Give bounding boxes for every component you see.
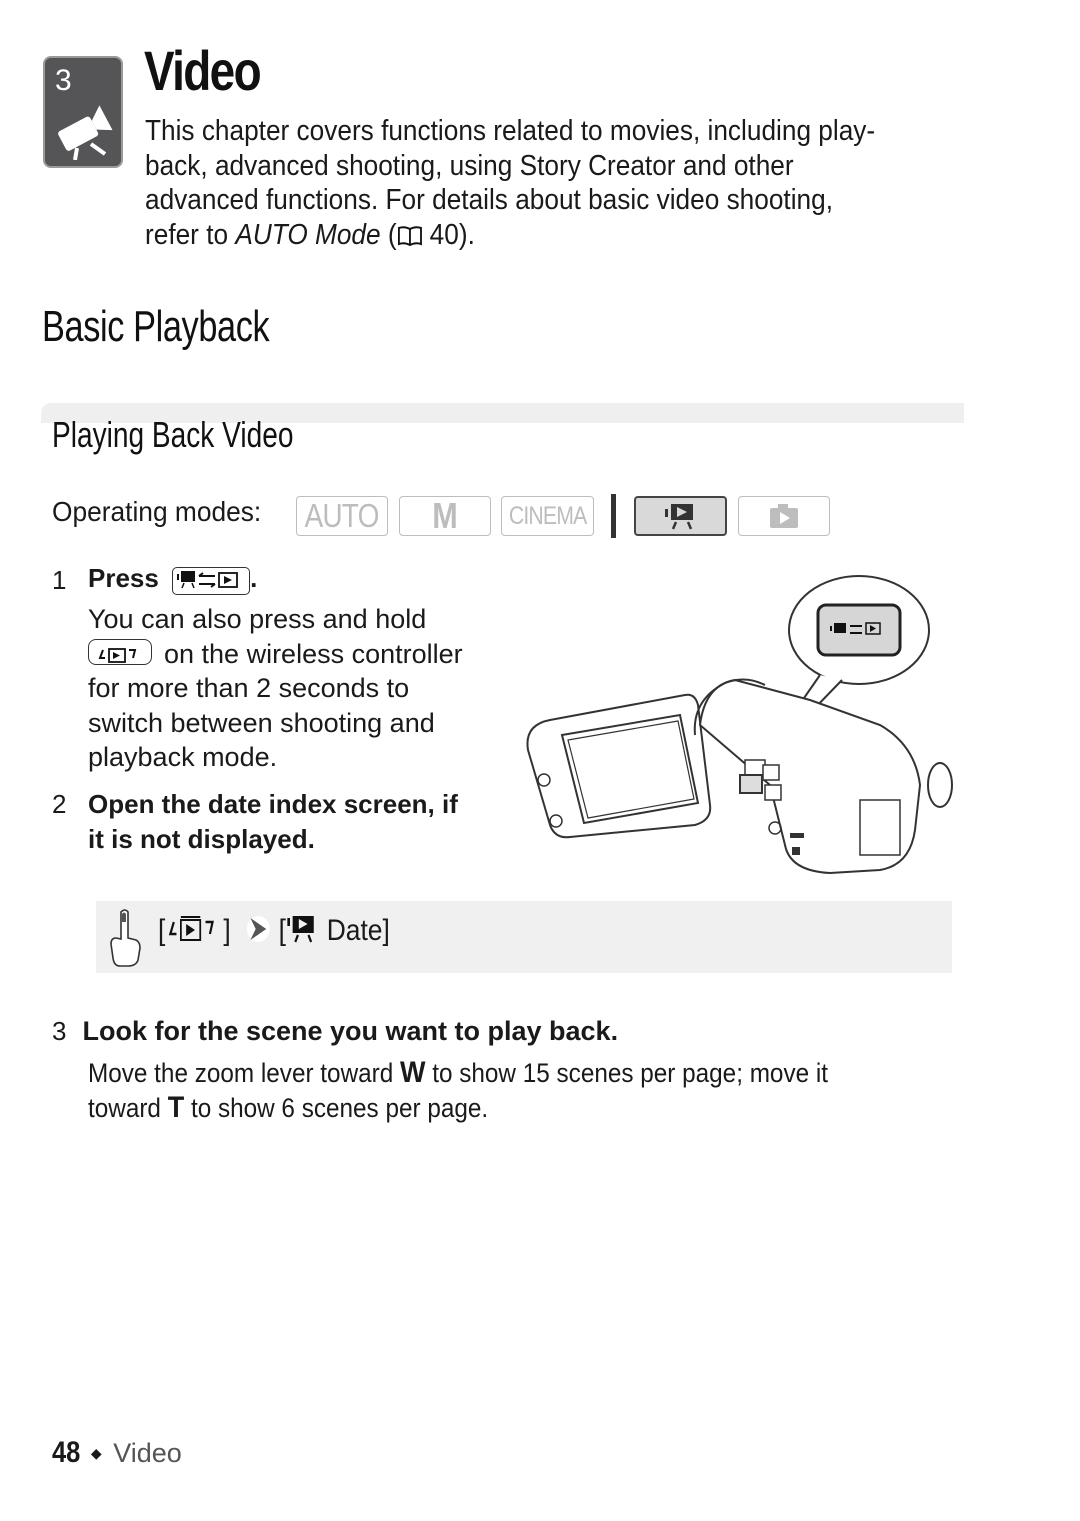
step-1-body-line: on the wireless controller [88, 637, 508, 672]
bracket: [ [278, 914, 286, 947]
mode-auto-label: AUTO [304, 497, 380, 534]
intro-line: advanced functions. For details about ba… [145, 184, 833, 216]
wireless-playback-icon[interactable] [165, 914, 223, 944]
diamond-separator-icon: ◆ [90, 1445, 102, 1461]
step-3-number: 3 [52, 1016, 67, 1046]
photo-playback-icon [770, 504, 798, 528]
zoom-wide-label: W [399, 1056, 426, 1089]
chapter-badge: 3 [43, 56, 123, 168]
step-1-body: You can also press and hold on the wirel… [88, 602, 508, 775]
footer-section-name: Video [113, 1438, 182, 1468]
mode-auto: AUTO [296, 496, 388, 536]
bracket: ] [223, 914, 231, 947]
camcorder-illustration [526, 575, 953, 875]
step-2-heading: Open the date index screen, if it is not… [88, 787, 458, 856]
intro-ref-open: ( [380, 218, 397, 251]
mode-manual: M [399, 495, 491, 536]
subsection-title: Playing Back Video [52, 414, 294, 455]
touch-finger-icon [110, 909, 141, 967]
section-title: Basic Playback [42, 302, 270, 351]
mode-video-playback [634, 496, 727, 536]
step-3-heading: 3 Look for the scene you want to play bac… [52, 1016, 618, 1047]
operating-modes-label: Operating modes: [52, 496, 262, 527]
step-1-heading-end: . [250, 563, 258, 593]
step-1-body-text: on the wireless controller [164, 638, 463, 669]
mode-manual-label: M [432, 495, 458, 536]
step-3-text: to show 6 scenes per page. [184, 1092, 489, 1123]
step-1-heading-text: Press [88, 563, 159, 593]
step-1-body-line: switch between shooting and [88, 707, 435, 738]
step-2-heading-line: Open the date index screen, if [88, 789, 458, 819]
book-icon [397, 225, 422, 246]
intro-ref-page: 40). [422, 218, 475, 251]
wireless-playback-icon [98, 647, 137, 663]
step-1-body-line: You can also press and hold [88, 604, 427, 634]
step-3-text: to show 15 scenes per page; move it [425, 1058, 829, 1088]
camera-play-toggle-key [172, 567, 251, 595]
chevron-right-icon [246, 916, 270, 942]
chapter-title: Video [144, 39, 262, 102]
bracket: [ [158, 914, 166, 947]
camera-play-toggle-icon [177, 571, 238, 589]
auto-mode-link[interactable]: AUTO Mode [235, 219, 380, 251]
chapter-intro: This chapter covers functions related to… [145, 114, 918, 252]
mode-photo-playback [738, 496, 830, 536]
video-playback-icon [664, 504, 693, 530]
step-1-body-line: for more than 2 seconds to [88, 673, 410, 703]
zoom-tele-label: T [167, 1090, 185, 1124]
intro-line: refer to AUTO Mode ( 40). [145, 218, 918, 253]
chapter-number: 3 [55, 64, 72, 97]
step-2-heading-line: it is not displayed. [88, 823, 315, 854]
intro-line: back, advanced shooting, using Story Cre… [145, 149, 794, 182]
intro-ref-prefix: refer to [145, 218, 236, 251]
video-camera-icon [58, 105, 113, 160]
intro-line: This chapter covers functions related to… [145, 115, 876, 147]
mode-separator [611, 494, 616, 538]
video-playback-icon[interactable] [286, 914, 319, 944]
step-3-text: toward [88, 1092, 168, 1123]
mode-cinema-label: CINEMA [508, 501, 587, 530]
step-3-body-line: toward T to show 6 scenes per page. [88, 1091, 898, 1126]
step-1-body-line: playback mode. [88, 742, 278, 772]
page-number: 48 [52, 1436, 81, 1469]
step-3-text: Move the zoom lever toward [88, 1058, 400, 1088]
page-footer: 48 ◆ Video [52, 1436, 182, 1470]
step-3-body-line: Move the zoom lever toward W to show 15 … [88, 1056, 898, 1091]
step-2-number: 2 [52, 789, 67, 819]
touch-navigation-path: [ ] [ Date] [158, 914, 390, 948]
step-3-heading-text: Look for the scene you want to play back… [82, 1016, 619, 1046]
wireless-playback-key [88, 638, 152, 665]
step-3-body: Move the zoom lever toward W to show 15 … [88, 1056, 898, 1125]
date-menu-item[interactable]: Date] [327, 914, 390, 947]
mode-cinema: CINEMA [501, 496, 594, 536]
step-1-number: 1 [52, 565, 67, 595]
step-1-heading: Press . [88, 563, 257, 595]
